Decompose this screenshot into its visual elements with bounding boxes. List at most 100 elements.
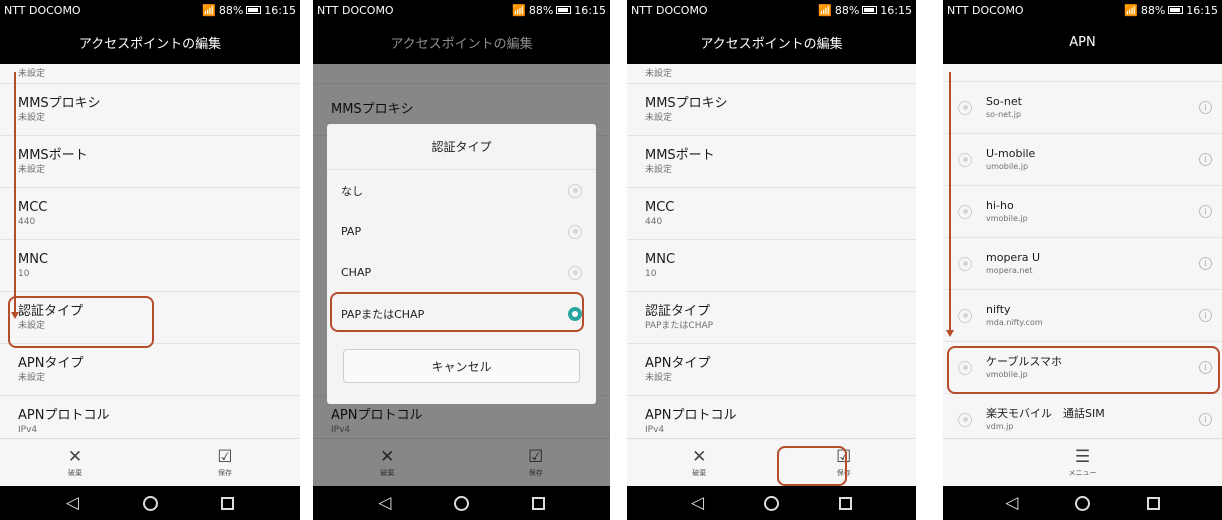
- setting-mms-proxy[interactable]: MMSプロキシ 未設定: [0, 84, 300, 136]
- clock: 16:15: [264, 3, 296, 17]
- info-icon[interactable]: i: [1199, 153, 1212, 166]
- status-bar: NTT DOCOMO 📶 88% 16:15: [943, 0, 1222, 20]
- menu-button[interactable]: ☰ メニュー: [943, 439, 1222, 486]
- list-item[interactable]: 未設定: [0, 64, 300, 84]
- carrier-label: NTT DOCOMO: [317, 3, 394, 17]
- battery-icon: [1168, 6, 1184, 14]
- clock: 16:15: [1186, 3, 1218, 17]
- highlight-pap-or-chap: [330, 292, 584, 332]
- status-bar: NTT DOCOMO 📶 88% 16:15: [0, 0, 300, 20]
- android-nav-bar: ◁: [943, 486, 1222, 520]
- apn-item-u-mobile[interactable]: U-mobile umobile.jp i: [943, 134, 1222, 186]
- radio-icon[interactable]: [958, 204, 972, 219]
- highlight-auth-type: [8, 296, 154, 348]
- radio-icon: [568, 224, 582, 239]
- setting-mnc[interactable]: MNC 10: [627, 240, 916, 292]
- info-icon[interactable]: i: [1199, 101, 1212, 114]
- auth-type-dialog: 認証タイプ なし PAP CHAP PAPまたはCHAP キャンセル: [327, 124, 596, 404]
- back-icon[interactable]: ◁: [691, 494, 704, 512]
- radio-icon: [568, 183, 582, 198]
- option-chap[interactable]: CHAP: [327, 252, 596, 293]
- battery-percent: 88%: [218, 3, 244, 17]
- setting-mnc[interactable]: MNC 10: [0, 240, 300, 292]
- wifi-icon: 📶: [512, 3, 526, 17]
- info-icon[interactable]: i: [1199, 205, 1212, 218]
- list-item[interactable]: 未設定: [627, 64, 916, 84]
- carrier-label: NTT DOCOMO: [947, 3, 1024, 17]
- battery-icon: [862, 6, 878, 14]
- phone-screen-4: NTT DOCOMO 📶 88% 16:15 APN So-net so-net.jp…: [943, 0, 1222, 520]
- apn-item-mopera-u[interactable]: mopera Umopera.net i: [943, 238, 1222, 290]
- bottom-toolbar: ☰ メニュー: [943, 438, 1222, 486]
- radio-icon: [568, 265, 582, 280]
- option-none[interactable]: なし: [327, 170, 596, 211]
- clock: 16:15: [880, 3, 912, 17]
- battery-percent: 88%: [528, 3, 554, 17]
- bottom-toolbar: ✕ 破棄 ☑ 保存: [0, 438, 300, 486]
- battery-icon: [246, 6, 262, 14]
- setting-apn-protocol[interactable]: APNプロトコル IPv4: [0, 396, 300, 438]
- bottom-toolbar: ✕ 破棄 ☑ 保存: [627, 438, 916, 486]
- setting-mms-port[interactable]: MMSポート 未設定: [0, 136, 300, 188]
- dialog-title: 認証タイプ: [327, 124, 596, 170]
- settings-list[interactable]: 未設定 MMSプロキシ 未設定 MMSポート 未設定 MCC 440 MNC 10 認証…: [0, 64, 300, 438]
- android-nav-bar: ◁: [627, 486, 916, 520]
- info-icon[interactable]: i: [1199, 257, 1212, 270]
- settings-list[interactable]: 未設定 MMSプロキシ 未設定 MMSポート 未設定 MCC 440 MNC 10 認証…: [627, 64, 916, 438]
- back-icon[interactable]: ◁: [378, 494, 391, 512]
- home-icon[interactable]: [1075, 495, 1091, 511]
- discard-button[interactable]: ✕ 破棄: [627, 439, 772, 486]
- home-icon[interactable]: [454, 495, 470, 511]
- setting-mcc[interactable]: MCC 440: [627, 188, 916, 240]
- hamburger-icon: ☰: [1074, 446, 1091, 467]
- battery-icon: [556, 6, 572, 14]
- carrier-label: NTT DOCOMO: [4, 3, 81, 17]
- recent-apps-icon[interactable]: [531, 496, 545, 510]
- scroll-arrow-annotation: [949, 72, 951, 330]
- radio-icon[interactable]: [958, 152, 972, 167]
- setting-apn-type[interactable]: APNタイプ 未設定: [627, 344, 916, 396]
- radio-icon[interactable]: [958, 100, 972, 115]
- setting-apn-protocol[interactable]: APNプロトコル IPv4: [627, 396, 916, 438]
- phone-screen-3: NTT DOCOMO 📶 88% 16:15 アクセスポイントの編集 未設定 MMS…: [627, 0, 916, 520]
- status-bar: NTT DOCOMO 📶 88% 16:15: [627, 0, 916, 20]
- info-icon[interactable]: i: [1199, 309, 1212, 322]
- back-icon[interactable]: ◁: [66, 494, 79, 512]
- home-icon[interactable]: [142, 495, 158, 511]
- page-title: APN: [943, 20, 1222, 64]
- setting-auth-type[interactable]: 認証タイプ PAPまたはCHAP: [627, 292, 916, 344]
- setting-mms-proxy[interactable]: MMSプロキシ 未設定: [627, 84, 916, 136]
- radio-icon[interactable]: [958, 412, 972, 427]
- recent-apps-icon[interactable]: [1146, 496, 1160, 510]
- android-nav-bar: ◁: [313, 486, 610, 520]
- battery-percent: 88%: [834, 3, 860, 17]
- save-button[interactable]: ☑ 保存: [150, 439, 300, 486]
- list-item[interactable]: [943, 64, 1222, 82]
- wifi-icon: 📶: [202, 3, 216, 17]
- home-icon[interactable]: [764, 495, 780, 511]
- setting-mcc[interactable]: MCC 440: [0, 188, 300, 240]
- clock: 16:15: [574, 3, 606, 17]
- recent-apps-icon[interactable]: [839, 496, 852, 510]
- carrier-label: NTT DOCOMO: [631, 3, 708, 17]
- apn-item-nifty[interactable]: nifty mda.nifty.com i: [943, 290, 1222, 342]
- info-icon[interactable]: i: [1199, 413, 1212, 426]
- setting-apn-type[interactable]: APNタイプ 未設定: [0, 344, 300, 396]
- apn-item-rakuten-mobile[interactable]: 楽天モバイル 通話SIM vdm.jp i: [943, 394, 1222, 438]
- apn-item-hi-ho[interactable]: hi-ho vmobile.jp i: [943, 186, 1222, 238]
- checkbox-check-icon: ☑: [217, 446, 233, 467]
- setting-mms-port[interactable]: MMSポート 未設定: [627, 136, 916, 188]
- radio-icon[interactable]: [958, 308, 972, 323]
- scroll-arrow-annotation: [14, 72, 16, 312]
- back-icon[interactable]: ◁: [1005, 494, 1018, 512]
- option-pap[interactable]: PAP: [327, 211, 596, 252]
- recent-apps-icon[interactable]: [221, 496, 235, 510]
- highlight-save-button: [777, 446, 847, 486]
- arrow-head-annotation: [946, 330, 954, 337]
- status-bar: NTT DOCOMO 📶 88% 16:15: [313, 0, 610, 20]
- discard-button[interactable]: ✕ 破棄: [0, 439, 150, 486]
- cancel-button[interactable]: キャンセル: [343, 349, 580, 383]
- radio-icon[interactable]: [958, 256, 972, 271]
- apn-item-so-net[interactable]: So-net so-net.jp i: [943, 82, 1222, 134]
- wifi-icon: 📶: [1124, 3, 1138, 17]
